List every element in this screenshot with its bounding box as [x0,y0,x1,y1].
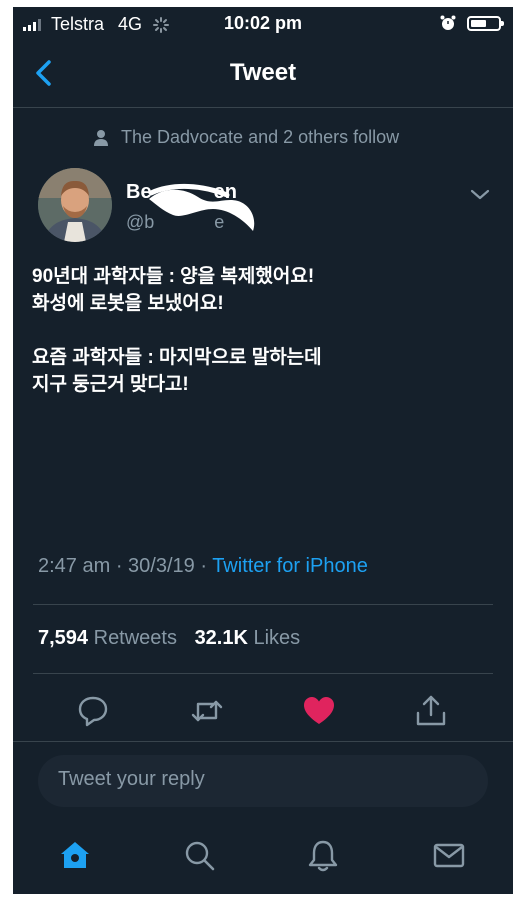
likes-stat[interactable]: 32.1K Likes [195,627,301,649]
notifications-icon[interactable] [305,837,341,873]
alarm-icon [440,15,456,30]
status-time: 10:02 pm [223,13,303,33]
reply-icon[interactable] [75,693,111,729]
home-icon[interactable] [57,837,93,873]
tweet-text: 90년대 과학자들 : 양을 복제했어요! 화성에 로봇을 보냈어요! 요즘 과… [32,266,322,395]
tweet-meta: 2:47 am · 30/3/19 · Twitter for iPhone [38,555,368,578]
search-icon[interactable] [181,837,217,873]
retweets-stat[interactable]: 7,594 Retweets [38,627,177,649]
messages-icon[interactable] [431,837,467,873]
reply-input[interactable]: Tweet your reply [38,755,488,807]
like-icon[interactable] [301,693,337,729]
person-icon [94,129,108,146]
divider [13,741,513,742]
reply-placeholder: Tweet your reply [58,768,205,790]
share-icon[interactable] [413,693,449,729]
divider [33,604,493,605]
chevron-down-icon[interactable] [468,187,492,203]
status-bar: Telstra 4G 10:02 pm [13,7,513,41]
page-title: Tweet [229,59,297,86]
social-context: The Dadvocate and 2 others follow [93,127,399,148]
phone-screen: Telstra 4G 10:02 pm Tweet The Dadvocate … [13,7,513,894]
retweet-icon[interactable] [189,693,225,729]
avatar-photo [38,168,112,242]
divider [33,673,493,674]
battery-icon [467,15,504,31]
avatar[interactable] [38,168,112,242]
tweet-timestamp: 2:47 am · 30/3/19 · [38,555,213,577]
tweet-stats: 7,594 Retweets 32.1K Likes [38,627,300,650]
social-context-label: The Dadvocate and 2 others follow [121,127,400,147]
redaction-scribble [148,183,255,231]
nav-bar: Tweet [13,41,513,108]
tweet-source-link[interactable]: Twitter for iPhone [212,555,368,577]
